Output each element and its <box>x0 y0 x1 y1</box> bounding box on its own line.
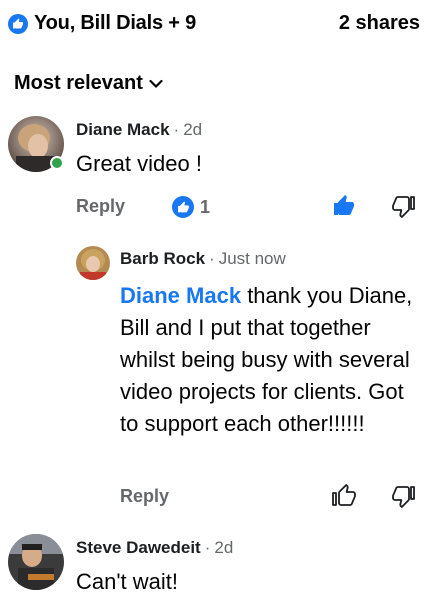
thumbs-down-icon <box>392 486 415 508</box>
comment-header: Diane Mack · 2d <box>76 120 202 140</box>
dislike-button[interactable] <box>390 482 418 510</box>
reply-button[interactable]: Reply <box>76 196 125 217</box>
sort-label: Most relevant <box>14 72 143 94</box>
reaction-count[interactable]: 1 <box>172 196 210 218</box>
avatar[interactable] <box>76 246 110 280</box>
online-status-indicator <box>50 156 64 170</box>
separator-dot: · <box>173 120 180 139</box>
comment-author[interactable]: Steve Dawedeit <box>76 538 201 558</box>
separator-dot: · <box>209 249 215 268</box>
reactions-summary[interactable]: You, Bill Dials + 9 <box>8 12 196 35</box>
comment-text: Great video ! <box>76 151 202 176</box>
reactions-header: You, Bill Dials + 9 2 shares <box>0 0 432 50</box>
comment-text: Can't wait! <box>76 569 179 594</box>
dislike-button[interactable] <box>390 192 418 220</box>
like-icon <box>8 13 28 34</box>
reply-time[interactable]: Just now <box>219 249 286 269</box>
reply-header: Barb Rock · Just now <box>120 249 286 269</box>
thumbs-up-icon <box>332 484 356 506</box>
avatar[interactable] <box>8 534 64 590</box>
reaction-count-value: 1 <box>200 196 211 217</box>
chevron-down-icon <box>149 76 163 94</box>
reply-text: Diane Mack thank you Diane, Bill and I p… <box>120 280 426 440</box>
shares-count[interactable]: 2 shares <box>339 12 420 35</box>
comment-time[interactable]: 2d <box>183 120 202 140</box>
like-icon <box>172 196 194 218</box>
comment-header: Steve Dawedeit · 2d <box>76 538 233 558</box>
reply-button[interactable]: Reply <box>120 486 169 507</box>
reply-author[interactable]: Barb Rock <box>120 249 205 269</box>
separator-dot: · <box>204 538 211 557</box>
mention-link[interactable]: Diane Mack <box>120 283 241 308</box>
comment-time[interactable]: 2d <box>214 538 233 558</box>
thumbs-down-icon <box>392 196 415 218</box>
thumbs-up-filled-icon <box>334 195 354 215</box>
comment-author[interactable]: Diane Mack <box>76 120 170 140</box>
like-button[interactable] <box>330 482 358 510</box>
sort-dropdown[interactable]: Most relevant <box>14 72 163 95</box>
reactions-text: You, Bill Dials + 9 <box>34 12 196 34</box>
like-button[interactable] <box>330 192 358 220</box>
